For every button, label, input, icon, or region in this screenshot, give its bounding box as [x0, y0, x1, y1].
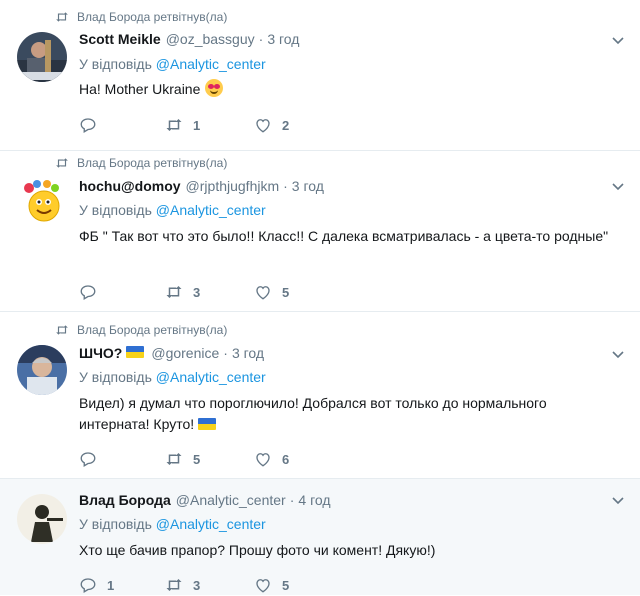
- chevron-down-icon[interactable]: [612, 497, 624, 505]
- heart-icon: [256, 579, 270, 593]
- retweet-button[interactable]: 5: [165, 450, 200, 468]
- retweet-context: Влад Борода ретвітнув(ла): [55, 323, 227, 337]
- retweet-context: Влад Борода ретвітнув(ла): [55, 156, 227, 170]
- retweet-context-label: Влад Борода ретвітнув(ла): [77, 323, 228, 337]
- like-button[interactable]: 5: [254, 283, 289, 301]
- reply-icon: [80, 452, 96, 467]
- like-button[interactable]: 2: [254, 116, 289, 134]
- retweet-icon: [56, 12, 68, 22]
- ukraine-flag-icon: [126, 346, 145, 358]
- retweet-icon: [166, 119, 182, 131]
- avatar[interactable]: [17, 345, 67, 395]
- author-name[interactable]: Scott Meikle: [79, 31, 161, 47]
- reply-icon: [80, 118, 96, 133]
- author-handle[interactable]: @gorenice: [151, 345, 219, 361]
- tweet-time[interactable]: 3 год: [292, 178, 324, 194]
- reply-button[interactable]: [79, 283, 107, 301]
- tweet-text: Хто ще бачив прапор? Прошу фото чи комен…: [79, 542, 436, 558]
- retweet-button[interactable]: 3: [165, 576, 200, 594]
- separator-dot: ·: [258, 31, 264, 47]
- like-count: 6: [282, 451, 290, 467]
- separator-dot: ·: [223, 345, 228, 361]
- retweet-count: 3: [193, 577, 201, 593]
- reply-icon: [80, 285, 96, 300]
- like-button[interactable]: 5: [254, 576, 289, 594]
- author-name[interactable]: ШЧО?: [79, 345, 122, 361]
- reply-count: 1: [107, 577, 115, 593]
- retweet-icon: [56, 158, 68, 168]
- avatar[interactable]: [17, 176, 67, 226]
- tweet[interactable]: Влад Борода ретвітнув(ла) Scott Meikle @…: [0, 0, 640, 151]
- tweet-text-container: Видел) я думал что пороглючило! Добрался…: [79, 393, 609, 435]
- tweet-text: Видел) я думал что пороглючило! Добрался…: [79, 395, 547, 432]
- chevron-down-icon[interactable]: [612, 183, 624, 191]
- reply-button[interactable]: 1: [79, 576, 114, 594]
- reply-mention-link[interactable]: @Analytic_center: [156, 516, 266, 532]
- tweet[interactable]: Влад Борода ретвітнув(ла) hochu@domoy @r…: [0, 151, 640, 312]
- author-handle[interactable]: @Analytic_center: [176, 492, 286, 508]
- retweet-icon: [166, 453, 182, 465]
- chevron-down-icon[interactable]: [612, 37, 624, 45]
- heart-icon: [256, 286, 270, 300]
- reply-mention-link[interactable]: @Analytic_center: [156, 369, 266, 385]
- retweet-button[interactable]: 1: [165, 116, 200, 134]
- chevron-down-icon[interactable]: [612, 351, 624, 359]
- author-name[interactable]: Влад Борода: [79, 492, 171, 508]
- reply-prefix: У відповідь: [79, 202, 152, 218]
- author-handle[interactable]: @oz_bassguy: [166, 31, 255, 47]
- separator-dot: ·: [283, 178, 288, 194]
- retweet-icon: [166, 579, 182, 591]
- like-count: 5: [282, 284, 290, 300]
- reply-context: У відповідь @Analytic_center: [79, 516, 266, 532]
- retweet-count: 5: [193, 451, 201, 467]
- reply-icon: [80, 578, 96, 593]
- reply-button[interactable]: [79, 450, 107, 468]
- retweet-context-label: Влад Борода ретвітнув(ла): [77, 10, 228, 24]
- heart-icon: [256, 453, 270, 467]
- avatar[interactable]: [17, 494, 67, 544]
- heart-eyes-emoji-icon: [205, 79, 224, 97]
- reply-context: У відповідь @Analytic_center: [79, 202, 266, 218]
- retweet-context-label: Влад Борода ретвітнув(ла): [77, 156, 228, 170]
- like-count: 5: [282, 577, 290, 593]
- retweet-icon: [56, 325, 68, 335]
- tweet-text: На! Mother Ukraine: [79, 81, 201, 97]
- reply-prefix: У відповідь: [79, 516, 152, 532]
- reply-button[interactable]: [79, 116, 107, 134]
- reply-mention-link[interactable]: @Analytic_center: [156, 202, 266, 218]
- reply-context: У відповідь @Analytic_center: [79, 56, 266, 72]
- tweet-time[interactable]: 3 год: [232, 345, 264, 361]
- like-count: 2: [282, 117, 290, 133]
- reply-context: У відповідь @Analytic_center: [79, 369, 266, 385]
- reply-prefix: У відповідь: [79, 369, 152, 385]
- like-button[interactable]: 6: [254, 450, 289, 468]
- tweet-time[interactable]: 4 год: [298, 492, 330, 508]
- retweet-context: Влад Борода ретвітнув(ла): [55, 10, 227, 24]
- retweet-button[interactable]: 3: [165, 283, 200, 301]
- avatar[interactable]: [17, 32, 67, 82]
- retweet-count: 3: [193, 284, 201, 300]
- tweet-time[interactable]: 3 год: [267, 31, 299, 47]
- tweet-text-container: На! Mother Ukraine: [79, 79, 609, 100]
- author-name[interactable]: hochu@domoy: [79, 178, 181, 194]
- author-handle[interactable]: @rjpthjugfhjkm: [186, 178, 280, 194]
- reply-mention-link[interactable]: @Analytic_center: [156, 56, 266, 72]
- ukraine-flag-icon: [198, 418, 217, 430]
- retweet-icon: [166, 286, 182, 298]
- retweet-count: 1: [193, 117, 201, 133]
- tweet-highlighted[interactable]: Влад Борода @Analytic_center · 4 год У в…: [0, 479, 640, 595]
- tweet-text: ФБ " Так вот что это было!! Класс!! С да…: [79, 228, 609, 244]
- heart-icon: [256, 119, 270, 133]
- separator-dot: ·: [289, 492, 295, 508]
- reply-prefix: У відповідь: [79, 56, 152, 72]
- tweet[interactable]: Влад Борода ретвітнув(ла) ШЧО? @gorenice…: [0, 312, 640, 479]
